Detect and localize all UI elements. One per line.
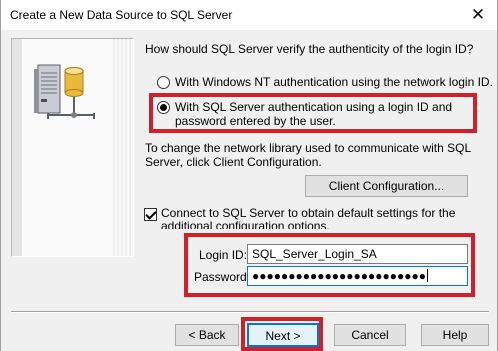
- connect-default-settings-label[interactable]: Connect to SQL Server to obtain default …: [161, 207, 474, 229]
- login-id-label: Login ID:: [199, 248, 248, 262]
- server-database-network-icon: [34, 64, 95, 119]
- close-icon[interactable]: ✕: [467, 4, 489, 26]
- login-id-field[interactable]: SQL_Server_Login_SA: [247, 244, 468, 264]
- cancel-button[interactable]: Cancel: [334, 324, 406, 346]
- title-bar: Create a New Data Source to SQL Server ✕: [1, 0, 497, 30]
- radio-sql-auth-row[interactable]: With SQL Server authentication using a l…: [157, 100, 475, 128]
- wizard-side-panel: [11, 38, 134, 257]
- back-button[interactable]: < Back: [175, 324, 239, 346]
- connect-default-settings-checkbox[interactable]: [144, 208, 157, 221]
- next-button[interactable]: Next >: [247, 323, 319, 347]
- connect-default-settings-row[interactable]: Connect to SQL Server to obtain default …: [144, 207, 474, 229]
- radio-windows-auth-row[interactable]: With Windows NT authentication using the…: [157, 75, 493, 89]
- radio-sql-auth[interactable]: [157, 101, 170, 114]
- help-button[interactable]: Help: [421, 324, 489, 346]
- radio-windows-auth[interactable]: [157, 76, 170, 89]
- text-caret: [426, 269, 428, 282]
- network-library-text: To change the network library used to co…: [145, 141, 471, 169]
- password-field[interactable]: ●●●●●●●●●●●●●●●●●●●●●●●●: [247, 266, 468, 286]
- auth-question: How should SQL Server verify the authent…: [145, 42, 474, 56]
- highlight-credentials: [184, 233, 475, 297]
- footer-divider: [11, 311, 489, 313]
- dialog-window: Create a New Data Source to SQL Server ✕: [0, 0, 498, 351]
- window-title: Create a New Data Source to SQL Server: [10, 8, 233, 22]
- password-label: Password:: [194, 270, 251, 284]
- panel-gutter: [12, 39, 22, 256]
- password-value: ●●●●●●●●●●●●●●●●●●●●●●●●: [252, 269, 426, 283]
- radio-windows-auth-label[interactable]: With Windows NT authentication using the…: [175, 75, 493, 89]
- radio-sql-auth-label[interactable]: With SQL Server authentication using a l…: [175, 100, 475, 128]
- panel-stripes: [113, 39, 133, 256]
- client-configuration-button[interactable]: Client Configuration...: [305, 175, 468, 197]
